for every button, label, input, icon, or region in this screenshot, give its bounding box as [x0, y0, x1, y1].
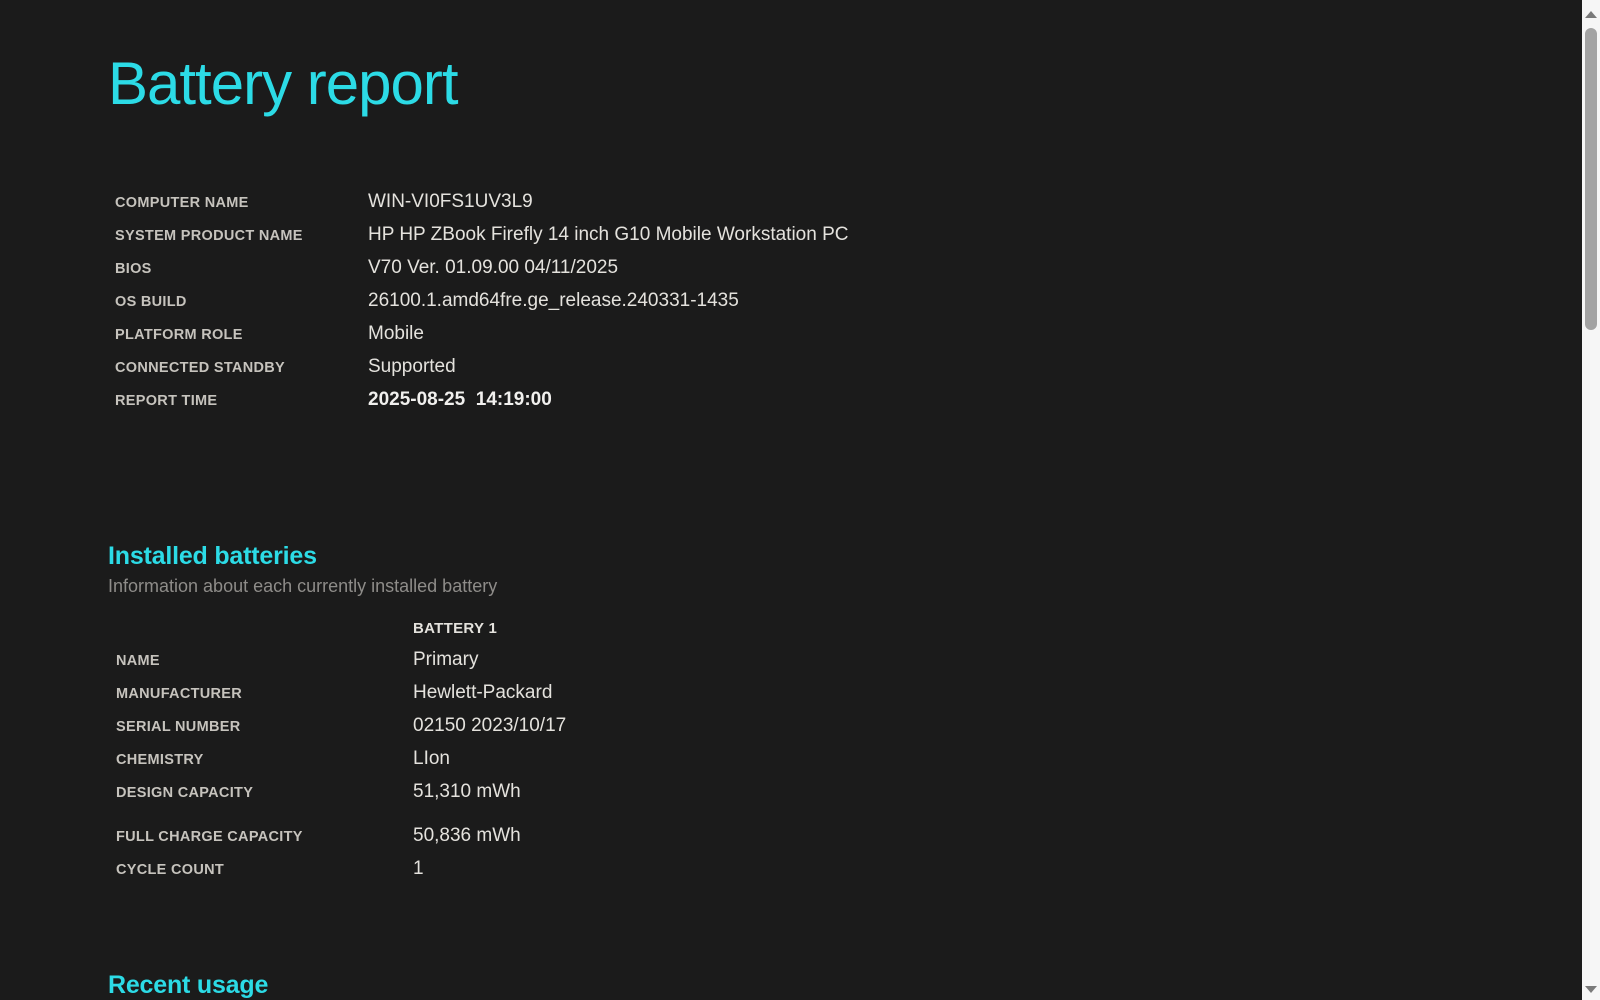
table-row: CHEMISTRY LIon	[108, 743, 1582, 776]
row-label: REPORT TIME	[115, 393, 218, 409]
row-label: SYSTEM PRODUCT NAME	[115, 228, 303, 244]
row-label: SERIAL NUMBER	[116, 719, 241, 735]
installed-batteries-heading: Installed batteries	[108, 542, 317, 570]
battery-column-header: BATTERY 1	[413, 620, 498, 637]
table-row: PLATFORM ROLE Mobile	[108, 318, 1582, 351]
table-row: FULL CHARGE CAPACITY 50,836 mWh	[108, 820, 1582, 853]
table-row: COMPUTER NAME WIN-VI0FS1UV3L9	[108, 186, 1582, 219]
table-row: DESIGN CAPACITY 51,310 mWh	[108, 776, 1582, 809]
recent-usage-heading: Recent usage	[108, 971, 269, 999]
table-header-row: BATTERY 1	[108, 613, 1582, 644]
row-label: CONNECTED STANDBY	[115, 360, 285, 376]
row-value: 1	[413, 858, 424, 879]
row-label: COMPUTER NAME	[115, 195, 249, 211]
scrollbar-down-arrow-icon[interactable]	[1585, 986, 1597, 993]
row-label: MANUFACTURER	[116, 686, 243, 702]
row-value: HP HP ZBook Firefly 14 inch G10 Mobile W…	[368, 224, 849, 245]
page-title: Battery report	[108, 50, 459, 117]
table-row: OS BUILD 26100.1.amd64fre.ge_release.240…	[108, 285, 1582, 318]
row-value: Hewlett-Packard	[413, 682, 553, 703]
row-label: NAME	[116, 653, 160, 669]
row-label: CYCLE COUNT	[116, 862, 225, 878]
row-label: PLATFORM ROLE	[115, 327, 243, 343]
row-value: WIN-VI0FS1UV3L9	[368, 191, 533, 212]
system-info-table: COMPUTER NAME WIN-VI0FS1UV3L9 SYSTEM PRO…	[108, 186, 1582, 417]
row-value: 26100.1.amd64fre.ge_release.240331-1435	[368, 290, 739, 311]
row-value: LIon	[413, 748, 450, 769]
row-label: BIOS	[115, 261, 152, 277]
row-value: Primary	[413, 649, 479, 670]
table-row: SERIAL NUMBER 02150 2023/10/17	[108, 710, 1582, 743]
installed-batteries-subtitle: Information about each currently install…	[108, 576, 498, 596]
row-value: 51,310 mWh	[413, 781, 521, 802]
battery-table: BATTERY 1 NAME Primary MANUFACTURER Hewl…	[108, 613, 1582, 886]
row-value: 02150 2023/10/17	[413, 715, 567, 736]
row-value: Supported	[368, 356, 456, 377]
table-row: REPORT TIME 2025-08-25 14:19:00	[108, 384, 1582, 417]
table-row: CYCLE COUNT 1	[108, 853, 1582, 886]
row-value: V70 Ver. 01.09.00 04/11/2025	[368, 257, 619, 278]
row-label: OS BUILD	[115, 294, 187, 310]
table-row: BIOS V70 Ver. 01.09.00 04/11/2025	[108, 252, 1582, 285]
vertical-scrollbar[interactable]	[1582, 0, 1600, 1000]
scrollbar-thumb[interactable]	[1585, 28, 1597, 330]
table-row: MANUFACTURER Hewlett-Packard	[108, 677, 1582, 710]
row-value: Mobile	[368, 323, 424, 344]
table-row: NAME Primary	[108, 644, 1582, 677]
row-label: CHEMISTRY	[116, 752, 204, 768]
row-value: 50,836 mWh	[413, 825, 521, 846]
table-row: SYSTEM PRODUCT NAME HP HP ZBook Firefly …	[108, 219, 1582, 252]
report-time-value: 2025-08-25 14:19:00	[368, 389, 552, 410]
row-label: FULL CHARGE CAPACITY	[116, 829, 303, 845]
table-row: CONNECTED STANDBY Supported	[108, 351, 1582, 384]
scrollbar-up-arrow-icon[interactable]	[1585, 11, 1597, 18]
row-label: DESIGN CAPACITY	[116, 785, 254, 801]
battery-report-page: Battery report COMPUTER NAME WIN-VI0FS1U…	[0, 0, 1582, 1000]
